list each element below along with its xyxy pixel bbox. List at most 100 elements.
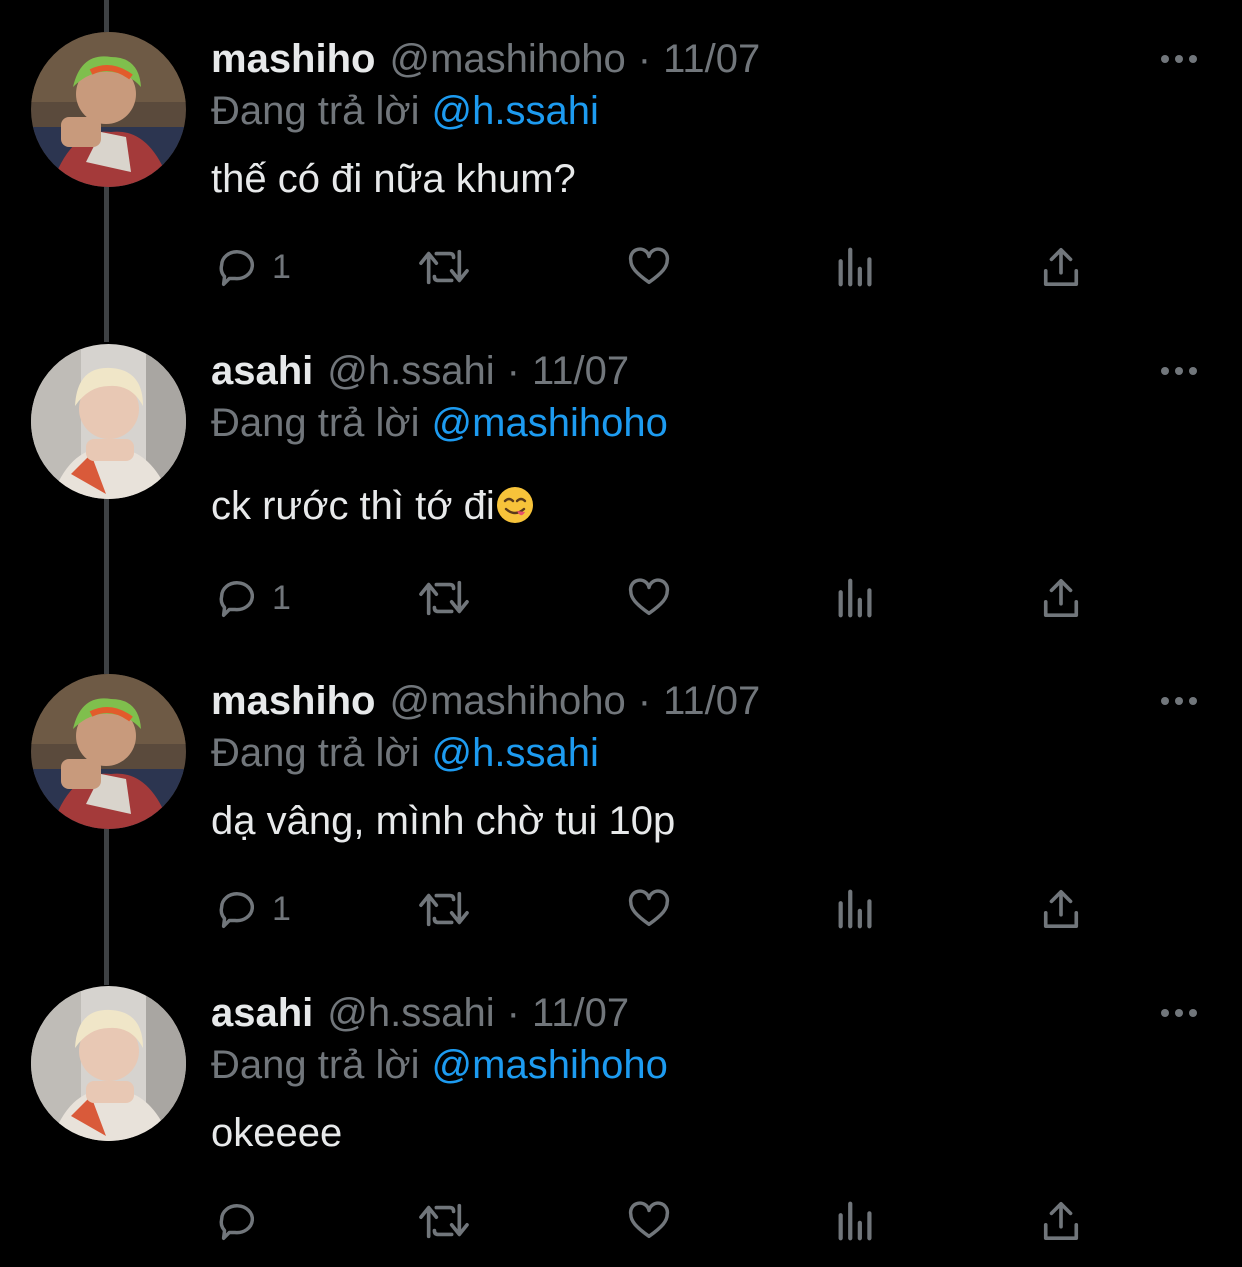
share-button[interactable]: [1040, 879, 1082, 939]
analytics-icon: [838, 578, 872, 618]
display-name[interactable]: asahi: [211, 988, 313, 1038]
user-handle[interactable]: @mashihoho: [389, 34, 625, 84]
separator-dot: ·: [506, 349, 520, 393]
more-options-icon[interactable]: [1156, 686, 1202, 716]
tweet-text-content: ck rước thì tớ đi: [211, 484, 495, 528]
like-button[interactable]: [625, 568, 673, 628]
tweet-actions: 1: [0, 237, 1242, 297]
replying-to-handle-link[interactable]: @mashihoho: [432, 401, 668, 445]
replying-to: Đang trả lời @mashihoho: [211, 398, 668, 448]
tweet-header: mashiho @mashihoho · 11/07: [211, 34, 760, 84]
like-button[interactable]: [625, 237, 673, 297]
tweet-date[interactable]: 11/07: [532, 988, 629, 1038]
display-name[interactable]: mashiho: [211, 34, 375, 84]
retweet-button[interactable]: [416, 237, 472, 297]
analytics-icon: [838, 1201, 872, 1241]
retweet-icon: [419, 891, 469, 927]
tweet-text-content: okeeee: [211, 1111, 343, 1155]
more-options-icon[interactable]: [1156, 998, 1202, 1028]
tweet-text: thế có đi nữa khum?: [211, 154, 576, 204]
replying-to-label: Đang trả lời: [211, 731, 420, 775]
heart-icon: [628, 1201, 670, 1239]
avatar[interactable]: [31, 344, 186, 499]
tweet-date[interactable]: 11/07: [663, 34, 760, 84]
reply-count: 1: [272, 579, 291, 617]
tweet-header: mashiho @mashihoho · 11/07: [211, 676, 760, 726]
replying-to-handle-link[interactable]: @mashihoho: [432, 1043, 668, 1087]
reply-icon: [219, 581, 255, 617]
tweet-header: asahi @h.ssahi · 11/07: [211, 346, 629, 396]
tweet-text: dạ vâng, mình chờ tui 10p: [211, 796, 675, 846]
user-handle[interactable]: @h.ssahi: [327, 346, 494, 396]
reply-button[interactable]: 1: [214, 237, 291, 297]
tweet-actions: [0, 1191, 1242, 1251]
user-handle[interactable]: @h.ssahi: [327, 988, 494, 1038]
view-count-button[interactable]: [834, 1191, 878, 1251]
view-count-button[interactable]: [834, 568, 878, 628]
more-options-icon[interactable]: [1156, 356, 1202, 386]
reply-button[interactable]: 1: [214, 879, 291, 939]
reply-button[interactable]: [214, 1191, 272, 1251]
share-button[interactable]: [1040, 237, 1082, 297]
face-savoring-food-emoji: [495, 485, 535, 525]
user-handle[interactable]: @mashihoho: [389, 676, 625, 726]
heart-icon: [628, 578, 670, 616]
tweet[interactable]: mashiho @mashihoho · 11/07 Đang trả lời @…: [0, 674, 1242, 976]
retweet-button[interactable]: [416, 568, 472, 628]
share-icon: [1043, 579, 1079, 617]
avatar[interactable]: [31, 986, 186, 1141]
reply-icon: [219, 892, 255, 928]
share-button[interactable]: [1040, 1191, 1082, 1251]
replying-to-label: Đang trả lời: [211, 401, 420, 445]
display-name[interactable]: mashiho: [211, 676, 375, 726]
retweet-icon: [419, 1203, 469, 1239]
tweet[interactable]: asahi @h.ssahi · 11/07 Đang trả lời @mash…: [0, 344, 1242, 666]
retweet-button[interactable]: [416, 1191, 472, 1251]
more-options-icon[interactable]: [1156, 44, 1202, 74]
heart-icon: [628, 247, 670, 285]
avatar[interactable]: [31, 674, 186, 829]
display-name[interactable]: asahi: [211, 346, 313, 396]
tweet-date[interactable]: 11/07: [532, 346, 629, 396]
separator-dot: ·: [637, 679, 652, 723]
retweet-button[interactable]: [416, 879, 472, 939]
replying-to-handle-link[interactable]: @h.ssahi: [432, 89, 599, 133]
share-button[interactable]: [1040, 568, 1082, 628]
view-count-button[interactable]: [834, 237, 878, 297]
replying-to-handle-link[interactable]: @h.ssahi: [432, 731, 599, 775]
retweet-icon: [419, 580, 469, 616]
reply-icon: [219, 250, 255, 286]
like-button[interactable]: [625, 879, 673, 939]
separator-dot: ·: [506, 991, 520, 1035]
heart-icon: [628, 889, 670, 927]
separator-dot: ·: [637, 37, 652, 81]
tweet[interactable]: mashiho @mashihoho · 11/07 Đang trả lời @…: [0, 32, 1242, 334]
tweet-text: ck rước thì tớ đi: [211, 481, 535, 531]
tweet-actions: 1: [0, 879, 1242, 939]
replying-to: Đang trả lời @h.ssahi: [211, 728, 599, 778]
analytics-icon: [838, 247, 872, 287]
reply-button[interactable]: 1: [214, 568, 291, 628]
replying-to: Đang trả lời @mashihoho: [211, 1040, 668, 1090]
share-icon: [1043, 248, 1079, 286]
like-button[interactable]: [625, 1191, 673, 1251]
tweet-text: okeeee: [211, 1108, 342, 1158]
share-icon: [1043, 890, 1079, 928]
tweet[interactable]: asahi @h.ssahi · 11/07 Đang trả lời @mash…: [0, 986, 1242, 1267]
reply-count: 1: [272, 890, 291, 928]
reply-count: 1: [272, 248, 291, 286]
tweet-text-content: dạ vâng, mình chờ tui 10p: [211, 799, 676, 843]
tweet-text-content: thế có đi nữa khum?: [211, 157, 576, 201]
tweet-header: asahi @h.ssahi · 11/07: [211, 988, 629, 1038]
retweet-icon: [419, 249, 469, 285]
view-count-button[interactable]: [834, 879, 878, 939]
reply-icon: [219, 1204, 255, 1240]
replying-to-label: Đang trả lời: [211, 1043, 420, 1087]
avatar[interactable]: [31, 32, 186, 187]
tweet-actions: 1: [0, 568, 1242, 628]
tweet-date[interactable]: 11/07: [663, 676, 760, 726]
replying-to: Đang trả lời @h.ssahi: [211, 86, 599, 136]
reply-thread: mashiho @mashihoho · 11/07 Đang trả lời @…: [0, 0, 1242, 1267]
replying-to-label: Đang trả lời: [211, 89, 420, 133]
analytics-icon: [838, 889, 872, 929]
